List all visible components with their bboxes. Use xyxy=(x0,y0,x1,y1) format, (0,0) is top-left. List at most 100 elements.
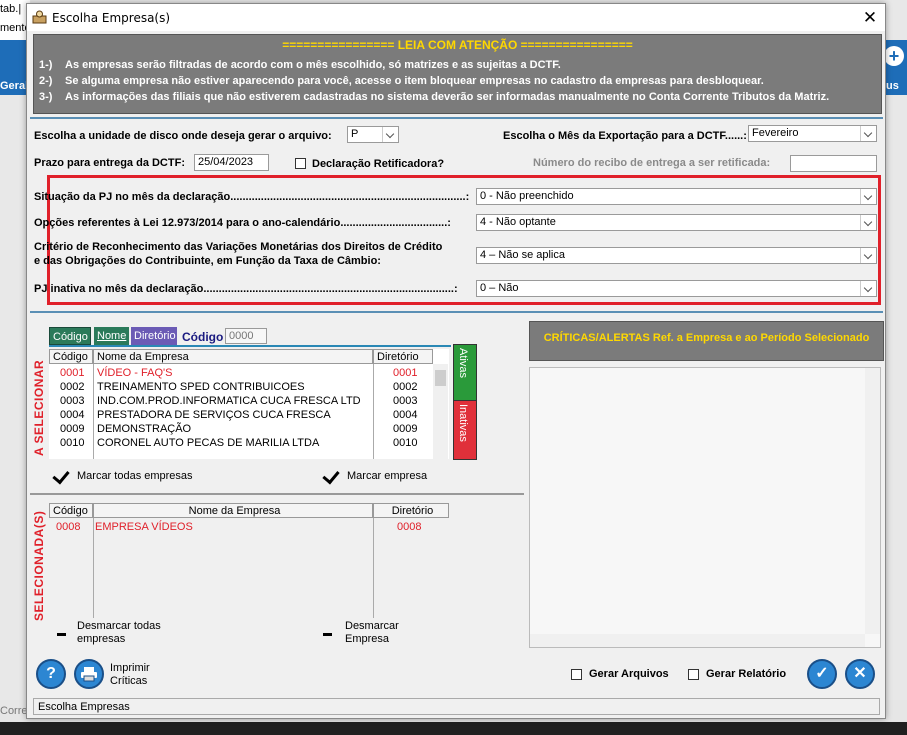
situation-select[interactable]: 0 - Não preenchido xyxy=(476,188,877,205)
criteria-label-line-1: Critério de Reconhecimento das Variações… xyxy=(34,241,443,253)
column-divider xyxy=(373,518,374,618)
generate-files-label: Gerar Arquivos xyxy=(589,668,669,680)
tab-underline xyxy=(49,345,451,347)
horizontal-scrollbar[interactable] xyxy=(530,634,865,647)
disk-select[interactable]: P xyxy=(347,126,399,143)
notice-heading: ================ LEIA COM ATENÇÃO ======… xyxy=(282,38,633,52)
situation-label: Situação da PJ no mês da declaração.....… xyxy=(34,191,470,203)
receipt-label: Número do recibo de entrega a ser retifi… xyxy=(533,157,771,169)
rectifier-checkbox[interactable] xyxy=(295,158,306,169)
col-header-name[interactable]: Nome da Empresa xyxy=(93,349,373,364)
mark-all-button[interactable]: Marcar todas empresas xyxy=(77,470,193,482)
generate-report-label: Gerar Relatório xyxy=(706,668,787,680)
chevron-down-icon xyxy=(860,248,876,263)
situation-value: 0 - Não preenchido xyxy=(480,190,574,202)
scrollbar[interactable] xyxy=(433,364,448,459)
row-name: DEMONSTRAÇÃO xyxy=(97,423,192,435)
notice-line-1: 1-) As empresas serão filtradas de acordo… xyxy=(39,59,561,71)
active-filter-button[interactable]: Ativas xyxy=(453,344,477,406)
notice-num: 3-) xyxy=(39,91,53,103)
mark-one-button[interactable]: Marcar empresa xyxy=(347,470,427,482)
criteria-value: 4 – Não se aplica xyxy=(480,249,565,261)
row-code: 0008 xyxy=(56,521,81,533)
month-label: Escolha o Mês da Exportação para a DCTF.… xyxy=(503,130,747,142)
help-button[interactable]: ? xyxy=(36,659,66,689)
notice-panel: ================ LEIA COM ATENÇÃO ======… xyxy=(33,34,882,114)
col-header-dir[interactable]: Diretório xyxy=(373,503,449,518)
dialog-title: Escolha Empresa(s) xyxy=(52,11,171,25)
divider xyxy=(30,117,883,119)
row-dir: 0001 xyxy=(393,367,418,379)
notice-text: As empresas serão filtradas de acordo co… xyxy=(65,59,561,71)
question-icon: ? xyxy=(46,665,56,682)
disk-label: Escolha a unidade de disco onde deseja g… xyxy=(34,130,332,142)
row-name: CORONEL AUTO PECAS DE MARILIA LTDA xyxy=(97,437,320,449)
scrollbar[interactable] xyxy=(865,368,880,634)
app-icon xyxy=(32,10,47,24)
bg-left-toolbar-button[interactable]: Geral xyxy=(0,40,28,95)
unmark-one-button[interactable]: Desmarcar Empresa xyxy=(345,620,415,646)
printer-icon xyxy=(81,667,97,682)
tab-nome[interactable]: Nome xyxy=(94,327,129,345)
inactive-value: 0 – Não xyxy=(480,282,519,294)
search-input[interactable]: 0000 xyxy=(225,328,267,344)
tab-diretorio[interactable]: Diretório xyxy=(131,327,177,345)
print-criticas-button[interactable]: Imprimir Críticas xyxy=(110,662,160,688)
generate-files-checkbox[interactable] xyxy=(571,669,582,680)
row-code: 0004 xyxy=(60,409,85,421)
row-name: PRESTADORA DE SERVIÇOS CUCA FRESCA xyxy=(97,409,331,421)
receipt-field[interactable] xyxy=(790,155,877,172)
row-code: 0009 xyxy=(60,423,85,435)
row-dir: 0010 xyxy=(393,437,418,449)
col-header-dir[interactable]: Diretório xyxy=(373,349,433,364)
options-value: 4 - Não optante xyxy=(480,216,556,228)
row-code: 0002 xyxy=(60,381,85,393)
bg-right-label: us xyxy=(886,80,899,92)
criteria-label-line-2: e das Obrigações do Contribuinte, em Fun… xyxy=(34,255,381,267)
row-dir: 0004 xyxy=(393,409,418,421)
bg-bottom-left: Corre xyxy=(0,705,28,717)
scroll-thumb[interactable] xyxy=(435,370,446,386)
column-divider xyxy=(93,364,94,459)
col-header-name[interactable]: Nome da Empresa xyxy=(93,503,373,518)
selected-companies-grid: Código Nome da Empresa Diretório 0008 EM… xyxy=(49,503,449,618)
cancel-button[interactable]: ✕ xyxy=(845,659,875,689)
title-bar: Escolha Empresa(s) ✕ xyxy=(27,4,885,31)
row-code: 0003 xyxy=(60,395,85,407)
notice-num: 2-) xyxy=(39,75,53,87)
notice-line-2: 2-) Se alguma empresa não estiver aparece… xyxy=(39,75,764,87)
minus-icon xyxy=(323,633,332,636)
row-code: 0001 xyxy=(60,367,85,379)
confirm-button[interactable]: ✓ xyxy=(807,659,837,689)
row-code: 0010 xyxy=(60,437,85,449)
options-label: Opções referentes à Lei 12.973/2014 para… xyxy=(34,217,451,229)
criticas-list[interactable] xyxy=(529,367,881,648)
inactive-select[interactable]: 0 – Não xyxy=(476,280,877,297)
disk-value: P xyxy=(351,128,359,140)
selected-section-title: SELECIONADA(S) xyxy=(32,510,46,621)
inactive-filter-button[interactable]: Inativas xyxy=(453,400,477,460)
chevron-down-icon xyxy=(860,215,876,230)
print-button[interactable] xyxy=(74,659,104,689)
criticas-title: CRÍTICAS/ALERTAS Ref. a Empresa e ao Per… xyxy=(543,332,870,344)
row-dir: 0009 xyxy=(393,423,418,435)
available-companies-grid: Código Nome da Empresa Diretório 0001 VÍD… xyxy=(49,349,449,459)
close-icon: ✕ xyxy=(853,665,867,682)
close-button[interactable]: ✕ xyxy=(855,4,885,31)
chevron-down-icon xyxy=(382,127,398,142)
select-section-title: A SELECIONAR xyxy=(32,359,46,456)
active-filter-label: Ativas xyxy=(457,348,469,378)
col-header-code[interactable]: Código xyxy=(49,503,93,518)
plus-icon: + xyxy=(884,46,904,66)
divider xyxy=(30,493,524,495)
options-select[interactable]: 4 - Não optante xyxy=(476,214,877,231)
criteria-select[interactable]: 4 – Não se aplica xyxy=(476,247,877,264)
tab-codigo[interactable]: Código xyxy=(49,327,91,345)
search-label: Código xyxy=(182,330,224,344)
generate-report-checkbox[interactable] xyxy=(688,669,699,680)
col-header-code[interactable]: Código xyxy=(49,349,93,364)
month-select[interactable]: Fevereiro xyxy=(748,125,877,142)
row-dir: 0003 xyxy=(393,395,418,407)
unmark-all-button[interactable]: Desmarcar todas empresas xyxy=(77,620,187,646)
deadline-field[interactable]: 25/04/2023 xyxy=(194,154,269,171)
